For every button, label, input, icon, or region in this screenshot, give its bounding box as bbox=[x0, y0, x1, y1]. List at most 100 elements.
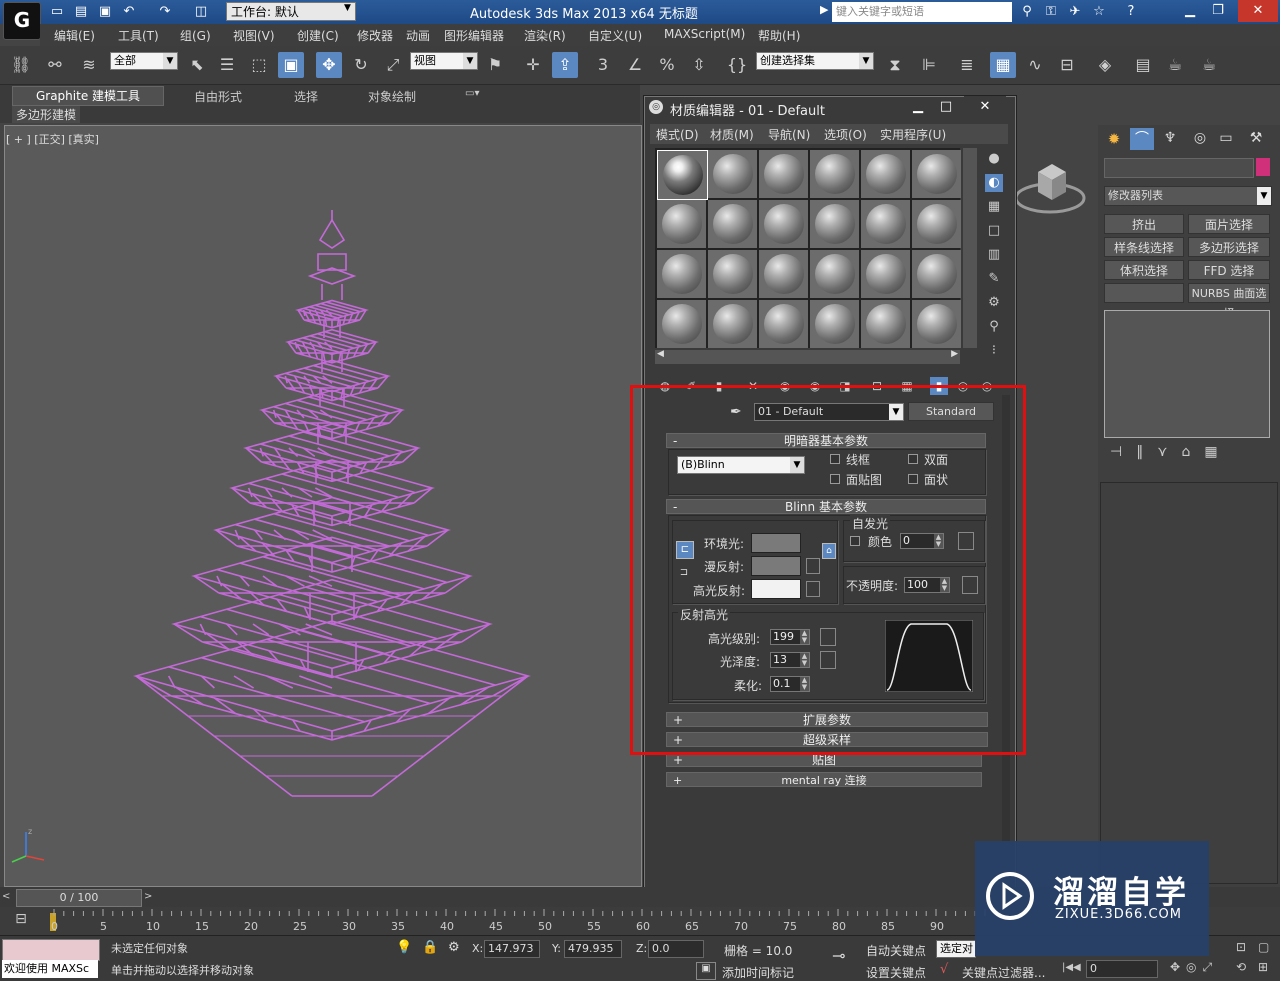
wireframe-tower-object[interactable] bbox=[120, 200, 540, 810]
utilities-tab-icon[interactable]: ⚒ bbox=[1246, 130, 1266, 150]
zoom-extents-icon[interactable]: ⊡ bbox=[1236, 940, 1246, 954]
communication-icon[interactable]: ✈ bbox=[1066, 3, 1084, 21]
material-slot[interactable] bbox=[810, 300, 859, 348]
material-slot[interactable] bbox=[657, 150, 708, 200]
material-slot[interactable] bbox=[759, 150, 808, 198]
video-color-check-icon[interactable]: ▥ bbox=[985, 246, 1003, 264]
viewport-nav-icons[interactable]: ✥◎⤢ bbox=[1170, 960, 1218, 975]
selection-lock-icon[interactable]: 🔒 bbox=[422, 940, 438, 955]
y-coordinate-field[interactable]: 479.935 bbox=[564, 940, 622, 958]
select-by-material-icon[interactable]: ⚲ bbox=[985, 318, 1003, 336]
menu-create[interactable]: 创建(C) bbox=[297, 27, 339, 44]
object-name-field[interactable] bbox=[1104, 158, 1254, 178]
menu-help[interactable]: 帮助(H) bbox=[758, 27, 800, 44]
menu-animation[interactable]: 动画 bbox=[406, 27, 430, 44]
slots-horizontal-scrollbar[interactable]: ◀ ▶ bbox=[655, 349, 960, 364]
maxscript-mini-listener[interactable]: 欢迎使用 MAXSc bbox=[2, 960, 98, 978]
time-prev-icon[interactable]: < bbox=[2, 891, 10, 902]
material-slot[interactable] bbox=[810, 200, 859, 248]
select-by-name-icon[interactable]: ☰ bbox=[214, 52, 240, 78]
material-slot[interactable] bbox=[657, 250, 706, 298]
menu-maxscript[interactable]: MAXScript(M) bbox=[664, 27, 745, 41]
select-manipulate-icon[interactable]: ✛ bbox=[520, 52, 546, 78]
menu-graph-editors[interactable]: 图形编辑器 bbox=[444, 27, 504, 44]
open-file-icon[interactable]: ▤ bbox=[72, 3, 90, 21]
close-window-icon[interactable]: ✕ bbox=[1238, 0, 1278, 22]
stack-tools-icons[interactable]: ⊣‖⋎⌂▦ bbox=[1110, 444, 1232, 460]
extrude-button[interactable]: 挤出 bbox=[1104, 214, 1184, 234]
pivot-center-icon[interactable]: ⚑ bbox=[482, 52, 508, 78]
maximize-viewport-icon[interactable]: ⊞ bbox=[1258, 960, 1268, 974]
menu-tools[interactable]: 工具(T) bbox=[118, 27, 159, 44]
tab-freeform[interactable]: 自由形式 bbox=[194, 88, 242, 105]
set-key-icon[interactable]: ⊸ bbox=[832, 946, 845, 965]
go-to-start-icon[interactable]: |◀◀ bbox=[1062, 962, 1081, 973]
search-expand-icon[interactable]: ▶ bbox=[820, 3, 828, 16]
selection-filter-dropdown[interactable]: 全部 ▼ bbox=[110, 52, 178, 70]
key-filters-button[interactable]: 关键点过滤器... bbox=[962, 964, 1045, 981]
percent-snap-icon[interactable]: % bbox=[654, 52, 680, 78]
material-slot[interactable] bbox=[759, 250, 808, 298]
rendered-frame-window-icon[interactable]: ☕ bbox=[1162, 52, 1188, 78]
app-logo-icon[interactable]: G bbox=[3, 2, 41, 40]
create-tab-icon[interactable]: ✹ bbox=[1104, 130, 1124, 150]
render-setup-icon[interactable]: ▤ bbox=[1130, 52, 1156, 78]
patch-select-button[interactable]: 面片选择 bbox=[1188, 214, 1270, 234]
select-and-rotate-icon[interactable]: ↻ bbox=[348, 52, 374, 78]
time-tag-icon[interactable]: ▣ bbox=[696, 962, 716, 980]
orbit-icon[interactable]: ⟲ bbox=[1236, 960, 1246, 974]
scroll-left-icon[interactable]: ◀ bbox=[657, 349, 664, 359]
material-editor-icon[interactable]: ◈ bbox=[1092, 52, 1118, 78]
angle-snap-icon[interactable]: ∠ bbox=[622, 52, 648, 78]
material-slot[interactable] bbox=[861, 300, 910, 348]
material-slot[interactable] bbox=[912, 150, 961, 198]
make-preview-icon[interactable]: ✎ bbox=[985, 270, 1003, 288]
display-tab-icon[interactable]: ▭ bbox=[1216, 130, 1236, 150]
options-icon[interactable]: ⚙ bbox=[985, 294, 1003, 312]
reference-coordinate-dropdown[interactable]: 视图 ▼ bbox=[410, 52, 478, 70]
tab-selection[interactable]: 选择 bbox=[294, 88, 318, 105]
modify-tab-icon[interactable]: ⌒ bbox=[1130, 128, 1154, 150]
link-icon[interactable]: ⛓ bbox=[8, 52, 34, 78]
curve-editor-icon[interactable]: ∿ bbox=[1022, 52, 1048, 78]
material-slot[interactable] bbox=[861, 250, 910, 298]
material-slot[interactable] bbox=[759, 300, 808, 348]
motion-tab-icon[interactable]: ◎ bbox=[1190, 130, 1210, 150]
snaps-toggle-icon[interactable]: 3 bbox=[590, 52, 616, 78]
undo-icon[interactable]: ↶ bbox=[120, 3, 138, 21]
menu-customize[interactable]: 自定义(U) bbox=[588, 27, 642, 44]
favorites-star-icon[interactable]: ☆ bbox=[1090, 3, 1108, 21]
material-slot[interactable] bbox=[861, 200, 910, 248]
select-object-icon[interactable]: ⬉ bbox=[184, 52, 210, 78]
unlink-icon[interactable]: ⚯ bbox=[42, 52, 68, 78]
workspace-dropdown-arrow-icon[interactable]: ▼ bbox=[344, 3, 351, 13]
select-and-scale-icon[interactable]: ⤢ bbox=[380, 52, 406, 78]
menu-views[interactable]: 视图(V) bbox=[233, 27, 275, 44]
modifier-stack-list[interactable] bbox=[1104, 310, 1270, 438]
menu-modifiers[interactable]: 修改器 bbox=[357, 27, 393, 44]
align-icon[interactable]: ⊫ bbox=[916, 52, 942, 78]
material-slot[interactable] bbox=[810, 150, 859, 198]
graphite-toggle-icon[interactable]: ▦ bbox=[990, 52, 1016, 78]
ribbon-options-icon[interactable]: ▭▾ bbox=[465, 88, 479, 99]
mat-menu-modes[interactable]: 模式(D) bbox=[656, 126, 699, 143]
menu-edit[interactable]: 编辑(E) bbox=[54, 27, 95, 44]
binoculars-icon[interactable]: ⚲ bbox=[1018, 3, 1036, 21]
mat-menu-material[interactable]: 材质(M) bbox=[710, 126, 754, 143]
add-time-tag-label[interactable]: 添加时间标记 bbox=[722, 964, 794, 981]
maxscript-listener-pink[interactable] bbox=[2, 939, 100, 961]
render-production-icon[interactable]: ☕ bbox=[1196, 52, 1222, 78]
material-map-navigator-icon[interactable]: ⁝ bbox=[985, 342, 1003, 360]
scroll-right-icon[interactable]: ▶ bbox=[951, 349, 958, 359]
mat-menu-options[interactable]: 选项(O) bbox=[824, 126, 867, 143]
material-slot[interactable] bbox=[861, 150, 910, 198]
mat-menu-utilities[interactable]: 实用程序(U) bbox=[880, 126, 946, 143]
polygon-modeling-panel[interactable]: 多边形建模 bbox=[12, 106, 81, 123]
new-file-icon[interactable]: ▭ bbox=[48, 3, 66, 21]
empty-modifier-slot[interactable] bbox=[1104, 283, 1184, 303]
object-color-swatch[interactable] bbox=[1256, 158, 1270, 176]
sample-uv-tiling-icon[interactable]: □ bbox=[985, 222, 1003, 240]
search-input[interactable]: 键入关键字或短语 bbox=[832, 2, 1012, 22]
volume-select-button[interactable]: 体积选择 bbox=[1104, 260, 1184, 280]
tab-object-paint[interactable]: 对象绘制 bbox=[368, 88, 416, 105]
